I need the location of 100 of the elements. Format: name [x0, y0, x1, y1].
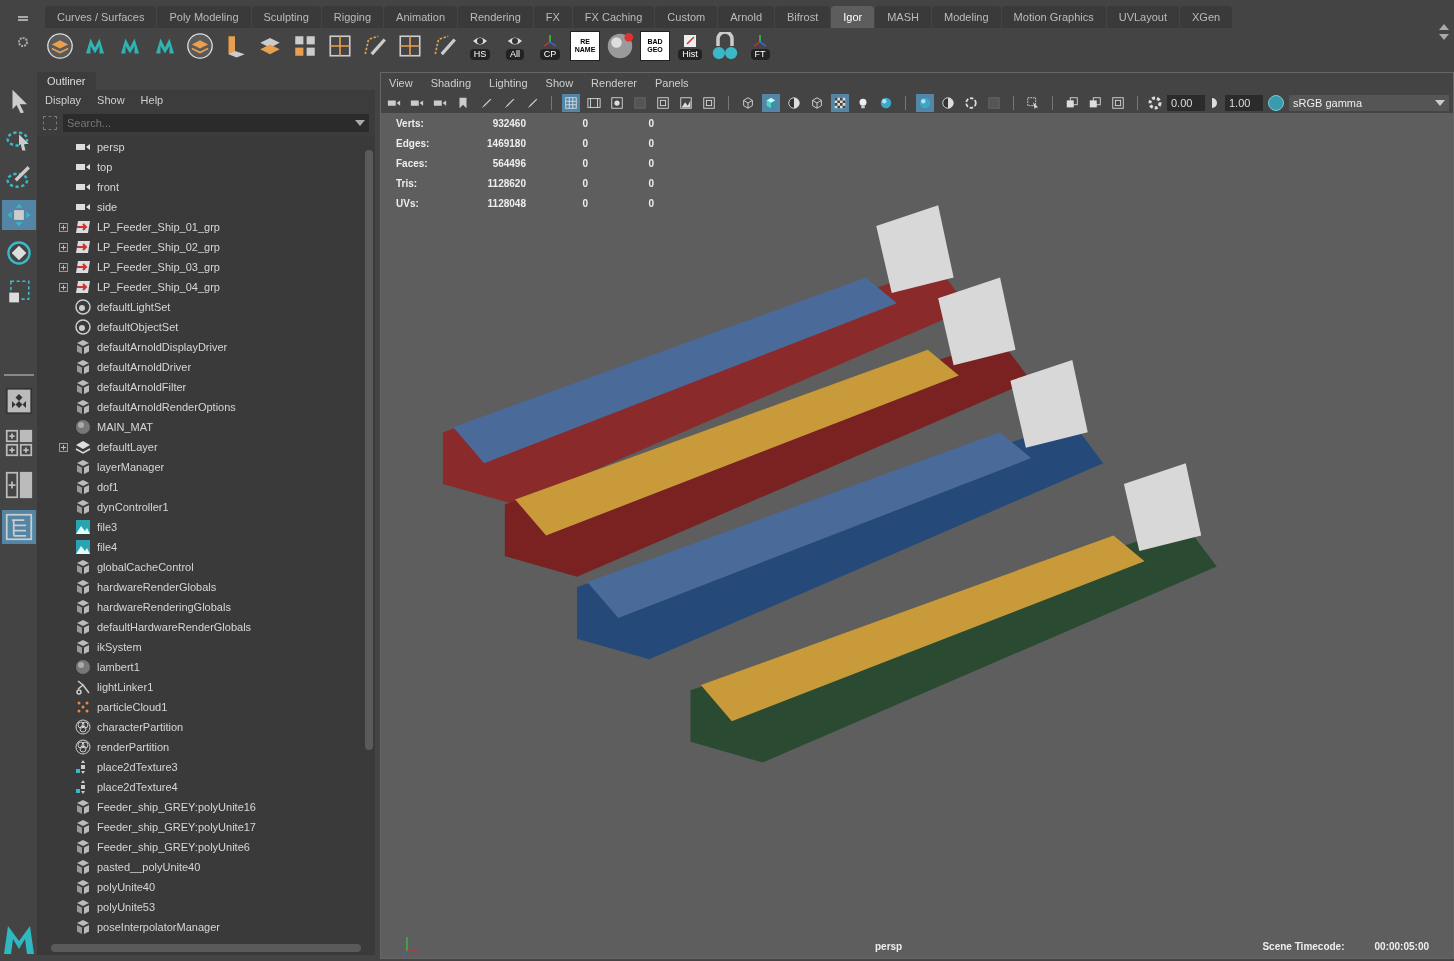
toolbar-button[interactable] — [785, 94, 803, 112]
shelf-tab[interactable]: Igor — [831, 6, 875, 28]
toolbar-button[interactable] — [677, 94, 695, 112]
toolbar-button[interactable] — [654, 94, 672, 112]
expand-toggle[interactable] — [58, 442, 68, 452]
outliner-item[interactable]: place2dTexture3 — [37, 757, 363, 777]
outliner-item[interactable]: renderPartition — [37, 737, 363, 757]
outliner-item[interactable]: file3 — [37, 517, 363, 537]
outliner-item[interactable]: polyUnite40 — [37, 877, 363, 897]
shelf-button[interactable] — [710, 30, 740, 62]
menu-item[interactable]: Shading — [430, 74, 472, 92]
outliner-item[interactable]: dof1 — [37, 477, 363, 497]
panel-tab[interactable]: Outliner — [37, 72, 96, 90]
outliner-item[interactable]: persp — [37, 137, 363, 157]
outliner-item[interactable]: dynController1 — [37, 497, 363, 517]
shelf-tab[interactable]: XGen — [1180, 6, 1233, 28]
toolbar-button[interactable] — [700, 94, 718, 112]
expand-toggle[interactable] — [58, 282, 68, 292]
outliner-item[interactable]: pasted__polyUnite40 — [37, 857, 363, 877]
menu-item[interactable]: Show — [545, 74, 574, 92]
expand-toggle[interactable] — [58, 262, 68, 272]
outliner-item[interactable]: defaultArnoldDisplayDriver — [37, 337, 363, 357]
expand-toggle[interactable] — [58, 222, 68, 232]
outliner-item[interactable]: ikSystem — [37, 637, 363, 657]
menu-item[interactable]: Panels — [654, 74, 689, 92]
tool-button[interactable] — [1, 200, 36, 230]
outliner-item[interactable]: LP_Feeder_Ship_03_grp — [37, 257, 363, 277]
outliner-item[interactable]: globalCacheControl — [37, 557, 363, 577]
outliner-item[interactable]: LP_Feeder_Ship_04_grp — [37, 277, 363, 297]
menu-item[interactable]: Show — [97, 91, 125, 109]
shelf-tab[interactable]: Poly Modeling — [157, 6, 251, 28]
outliner-item[interactable]: defaultHardwareRenderGlobals — [37, 617, 363, 637]
outliner-item[interactable]: place2dTexture4 — [37, 777, 363, 797]
outliner-item[interactable]: defaultArnoldFilter — [37, 377, 363, 397]
shelf-tab[interactable]: FX — [533, 6, 572, 28]
outliner-item[interactable]: defaultLightSet — [37, 297, 363, 317]
outliner-item[interactable]: defaultObjectSet — [37, 317, 363, 337]
outliner-item[interactable]: poseInterpolatorManager — [37, 917, 363, 937]
filter-icon[interactable] — [43, 116, 57, 130]
shelf-tab[interactable]: Sculpting — [251, 6, 321, 28]
outliner-item[interactable]: LP_Feeder_Ship_01_grp — [37, 217, 363, 237]
menu-icon[interactable] — [17, 15, 28, 21]
shelf-tab[interactable]: FX Caching — [572, 6, 655, 28]
shelf-tab[interactable]: Arnold — [718, 6, 775, 28]
toolbar-button[interactable] — [939, 94, 957, 112]
shelf-button[interactable]: HS — [465, 30, 495, 62]
outliner-item[interactable]: hardwareRenderGlobals — [37, 577, 363, 597]
outliner-item[interactable]: lightLinker1 — [37, 677, 363, 697]
toolbar-button[interactable] — [1109, 94, 1127, 112]
shelf-tab[interactable]: Custom — [655, 6, 718, 28]
scroll-down-icon[interactable] — [1439, 34, 1449, 40]
dropdown-icon[interactable] — [1435, 100, 1445, 106]
shelf-tab[interactable]: MASH — [875, 6, 931, 28]
shelf-tab[interactable]: Motion Graphics — [1001, 6, 1106, 28]
shelf-tab[interactable]: Rendering — [458, 6, 533, 28]
exposure-field[interactable]: 0.00 — [1167, 95, 1205, 111]
outliner-item[interactable]: front — [37, 177, 363, 197]
outliner-item[interactable]: Feeder_ship_GREY:polyUnite16 — [37, 797, 363, 817]
color-management-toggle[interactable] — [1268, 95, 1284, 111]
expand-toggle[interactable] — [58, 242, 68, 252]
outliner-item[interactable]: layerManager — [37, 457, 363, 477]
shelf-tab[interactable]: Animation — [384, 6, 457, 28]
outliner-item[interactable]: defaultArnoldRenderOptions — [37, 397, 363, 417]
shelf-tab[interactable]: Curves / Surfaces — [45, 6, 157, 28]
outliner-item[interactable]: MAIN_MAT — [37, 417, 363, 437]
menu-item[interactable]: Display — [45, 91, 82, 109]
outliner-item[interactable]: side — [37, 197, 363, 217]
shelf-button[interactable]: CP — [535, 30, 565, 62]
shelf-tab[interactable]: Modeling — [931, 6, 1001, 28]
menu-item[interactable]: View — [389, 74, 413, 92]
scroll-up-icon[interactable] — [1439, 24, 1449, 30]
outliner-item[interactable]: particleCloud1 — [37, 697, 363, 717]
outliner-item[interactable]: defaultLayer — [37, 437, 363, 457]
horizontal-scrollbar[interactable] — [37, 941, 375, 955]
shelf-tab[interactable]: UVLayout — [1106, 6, 1179, 28]
shelf-button[interactable] — [45, 30, 75, 62]
outliner-item[interactable]: LP_Feeder_Ship_02_grp — [37, 237, 363, 257]
toolbar-button[interactable] — [831, 94, 849, 112]
shelf-tab[interactable]: Rigging — [321, 6, 384, 28]
outliner-item[interactable]: polyUnite53 — [37, 897, 363, 917]
menu-item[interactable]: Lighting — [489, 74, 528, 92]
layout-button[interactable] — [1, 510, 36, 544]
settings-icon[interactable] — [16, 36, 29, 49]
dropdown-icon[interactable] — [355, 120, 365, 126]
shelf-button[interactable]: Hist — [675, 30, 705, 62]
colorspace-dropdown[interactable]: sRGB gamma — [1289, 95, 1449, 111]
outliner-item[interactable]: top — [37, 157, 363, 177]
search-field[interactable]: Search... — [63, 114, 369, 132]
outliner-item[interactable]: characterPartition — [37, 717, 363, 737]
shelf-button[interactable]: All — [500, 30, 530, 62]
outliner-item[interactable]: file4 — [37, 537, 363, 557]
shelf-button[interactable]: FT — [745, 30, 775, 62]
outliner-item[interactable]: defaultArnoldDriver — [37, 357, 363, 377]
gamma-field[interactable]: 1.00 — [1225, 95, 1263, 111]
outliner-item[interactable]: lambert1 — [37, 657, 363, 677]
shelf-button[interactable] — [185, 30, 215, 62]
shelf-tab[interactable]: Bifrost — [775, 6, 831, 28]
outliner-item[interactable]: Feeder_ship_GREY:polyUnite6 — [37, 837, 363, 857]
gamma-icon[interactable] — [1210, 96, 1220, 110]
aperture-icon[interactable] — [1148, 96, 1162, 110]
